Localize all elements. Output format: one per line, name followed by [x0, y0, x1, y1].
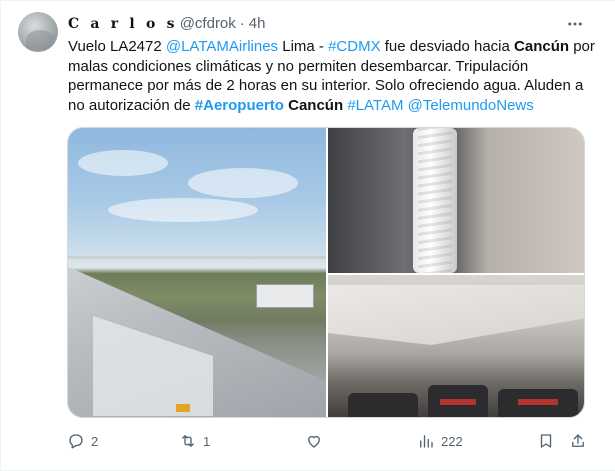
tweet[interactable]: C a r l o s @cfdrok · 4h Vuelo LA2472 @L… [0, 0, 615, 471]
media-grid [67, 127, 585, 418]
author-name[interactable]: C a r l o s [68, 14, 178, 34]
share-icon [572, 434, 584, 447]
bold-cancun-2: Cancún [288, 96, 344, 114]
airplane-wing-photo[interactable] [68, 128, 326, 417]
retweet-button[interactable]: 1 [179, 431, 210, 451]
avatar[interactable] [18, 12, 58, 52]
tweet-header: C a r l o s @cfdrok · 4h [68, 14, 265, 34]
timestamp[interactable]: 4h [249, 14, 266, 34]
action-bar: 2 1 222 [67, 431, 587, 451]
author-handle[interactable]: @cfdrok [180, 14, 236, 34]
hashtag-latam[interactable]: #LATAM [347, 97, 403, 114]
like-button[interactable] [305, 431, 329, 451]
share-button[interactable] [569, 431, 587, 451]
aircraft-cabin-photo[interactable] [328, 275, 584, 417]
bookmark-button[interactable] [537, 431, 555, 451]
text-segment: fue desviado hacia [380, 38, 515, 55]
reply-count: 2 [91, 433, 99, 449]
mention-telemundonews[interactable]: @TelemundoNews [408, 97, 534, 114]
views-button[interactable]: 222 [417, 431, 463, 451]
text-segment: Vuelo LA2472 [68, 38, 166, 55]
views-count: 222 [441, 433, 463, 449]
reply-icon [69, 434, 83, 449]
bold-cancun: Cancún [514, 38, 570, 55]
bookmark-icon [540, 434, 552, 448]
analytics-icon [420, 435, 433, 448]
hashtag-cdmx[interactable]: #CDMX [328, 38, 381, 55]
retweet-count: 1 [203, 433, 211, 449]
more-options-icon[interactable] [564, 13, 586, 35]
reply-button[interactable]: 2 [67, 431, 98, 451]
hashtag-aeropuerto[interactable]: #Aeropuerto [195, 97, 284, 114]
text-segment: Lima - [278, 38, 329, 55]
tweet-text: Vuelo LA2472 @LATAMAirlines Lima - #CDMX… [68, 37, 598, 115]
mention-latamairlines[interactable]: @LATAMAirlines [166, 38, 278, 55]
retweet-icon [182, 435, 194, 447]
separator-dot: · [239, 15, 245, 32]
cabin-wall-photo[interactable] [328, 128, 584, 273]
heart-icon [308, 435, 320, 448]
